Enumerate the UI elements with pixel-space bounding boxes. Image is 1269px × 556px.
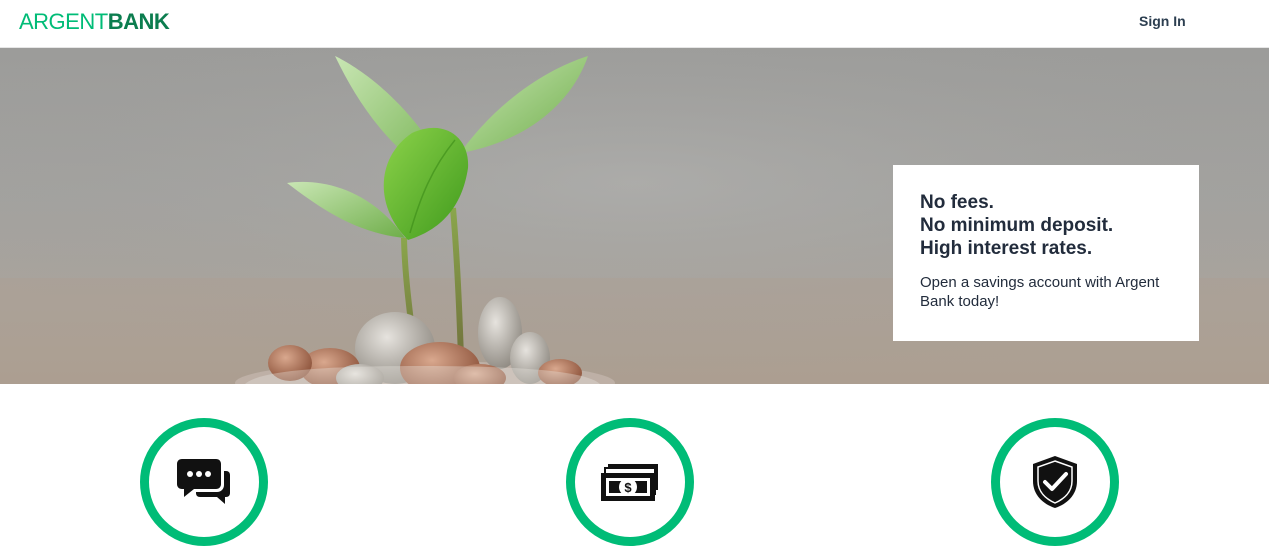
logo-text-argent: ARGENT	[19, 9, 108, 34]
hero-banner: No fees. No minimum deposit. High intere…	[0, 48, 1269, 384]
features-section: $	[0, 384, 1269, 556]
hero-promo-card: No fees. No minimum deposit. High intere…	[893, 165, 1199, 341]
main-nav: ARGENTBANK Sign In	[0, 0, 1269, 48]
feature-money-circle: $	[566, 418, 694, 546]
money-icon: $	[601, 464, 658, 501]
chat-icon	[177, 459, 230, 504]
feature-security-circle	[991, 418, 1119, 546]
feature-chat-circle	[140, 418, 268, 546]
hero-subtitle-no-fees: No fees.	[920, 192, 994, 213]
svg-text:$: $	[624, 480, 632, 495]
sign-in-link[interactable]: Sign In	[1139, 13, 1186, 29]
hero-promo-text: Open a savings account with Argent Bank …	[920, 274, 1160, 310]
hero-subtitle-high-interest: High interest rates.	[920, 238, 1093, 259]
hero-subtitle-no-minimum: No minimum deposit.	[920, 215, 1114, 236]
security-icon	[1033, 456, 1077, 508]
logo-text-bank: BANK	[107, 9, 170, 34]
main-nav-logo[interactable]: ARGENTBANK	[19, 9, 170, 35]
